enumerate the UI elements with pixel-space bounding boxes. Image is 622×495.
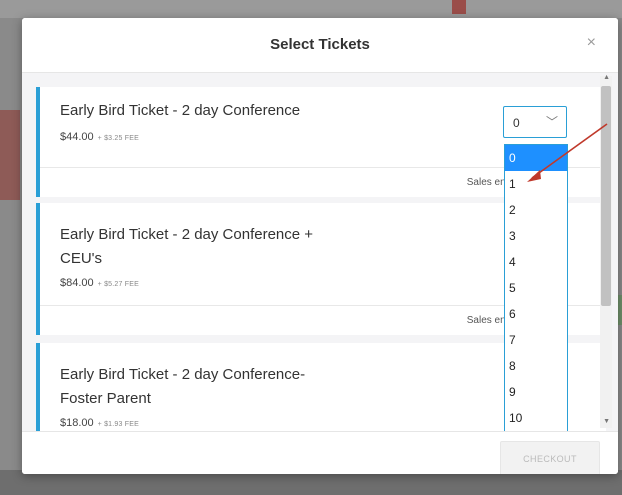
dropdown-option[interactable]: 8 — [505, 353, 567, 379]
ticket-price: $18.00 + $1.93 FEE — [60, 417, 139, 429]
scrollbar-thumb[interactable] — [601, 86, 611, 306]
fee-value: + $1.93 FEE — [97, 421, 139, 428]
ticket-name-line: Foster Parent — [60, 390, 151, 407]
close-icon[interactable]: × — [587, 34, 596, 52]
background-graphic — [0, 110, 20, 200]
fee-value: + $3.25 FEE — [97, 135, 139, 142]
chevron-down-icon: ﹀ — [545, 115, 558, 129]
select-tickets-modal: Select Tickets × Early Bird Ticket - 2 d… — [22, 18, 618, 474]
dropdown-option[interactable]: 2 — [505, 197, 567, 223]
dropdown-option[interactable]: 5 — [505, 275, 567, 301]
background-header — [0, 0, 622, 18]
ticket-name-line: Early Bird Ticket - 2 day Conference- — [60, 366, 306, 383]
dropdown-option[interactable]: 6 — [505, 301, 567, 327]
dropdown-option[interactable]: 0 — [505, 145, 567, 171]
ticket-name-line: CEU's — [60, 250, 103, 267]
checkout-button[interactable]: CHECKOUT — [500, 441, 600, 474]
modal-footer: CHECKOUT — [22, 431, 618, 474]
price-value: $44.00 — [60, 131, 94, 143]
dropdown-option[interactable]: 9 — [505, 379, 567, 405]
ticket-name: Early Bird Ticket - 2 day Conference + C… — [60, 223, 313, 271]
dropdown-option[interactable]: 7 — [505, 327, 567, 353]
dropdown-option[interactable]: 3 — [505, 223, 567, 249]
ticket-name-line: Early Bird Ticket - 2 day Conference + — [60, 226, 314, 243]
quantity-select[interactable]: 0 ﹀ — [503, 106, 567, 138]
fee-value: + $5.27 FEE — [97, 281, 139, 288]
ticket-price: $84.00 + $5.27 FEE — [60, 277, 139, 289]
scroll-down-icon[interactable]: ▼ — [603, 418, 610, 425]
price-value: $18.00 — [60, 417, 94, 429]
modal-header: Select Tickets × — [22, 18, 618, 73]
price-value: $84.00 — [60, 277, 94, 289]
background-graphic — [452, 0, 466, 14]
ticket-name: Early Bird Ticket - 2 day Conference- Fo… — [60, 363, 305, 411]
dropdown-option[interactable]: 10 — [505, 405, 567, 431]
ticket-price: $44.00 + $3.25 FEE — [60, 131, 139, 143]
dropdown-option[interactable]: 4 — [505, 249, 567, 275]
ticket-name-line: Early Bird Ticket - 2 day Conference — [60, 102, 301, 119]
quantity-select-value: 0 — [513, 116, 520, 130]
modal-title: Select Tickets — [270, 36, 370, 53]
ticket-name: Early Bird Ticket - 2 day Conference — [60, 99, 300, 123]
dropdown-option[interactable]: 1 — [505, 171, 567, 197]
quantity-dropdown-list: 0 1 2 3 4 5 6 7 8 9 10 — [504, 144, 568, 432]
scroll-up-icon[interactable]: ▲ — [603, 74, 610, 81]
